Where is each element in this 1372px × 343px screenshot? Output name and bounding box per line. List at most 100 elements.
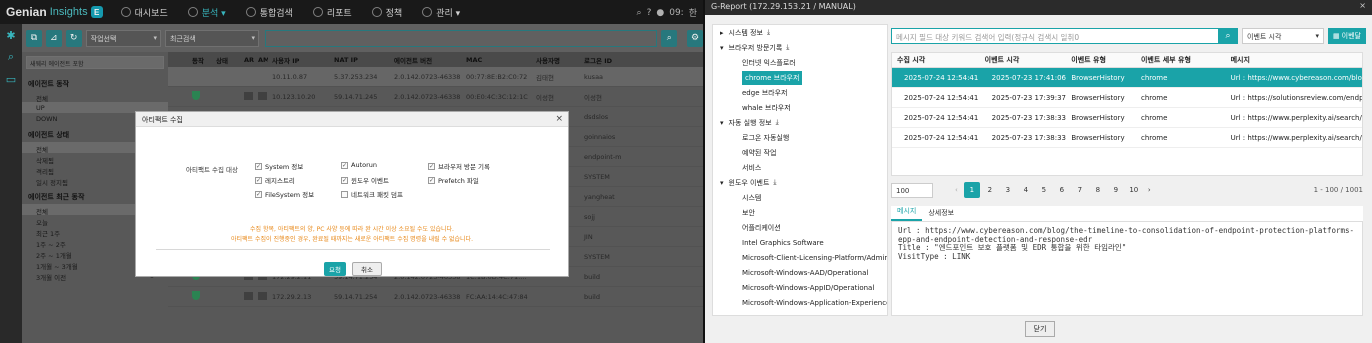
download-icon[interactable]: ⤓ (776, 118, 779, 127)
option-checkbox-7[interactable]: 네트워크 패킷 덤프 (341, 189, 403, 199)
table-cell: chrome (1141, 113, 1168, 122)
table-cell: Url : https://www.perplexity.ai/search/n… (1230, 113, 1362, 122)
download-icon[interactable]: ⤓ (786, 43, 789, 52)
option-checkbox-4[interactable]: ✓ 윈도우 이벤트 (341, 175, 389, 185)
tab-0[interactable]: 메시지 (891, 203, 923, 221)
option-checkbox-5[interactable]: ✓ Prefetch 파일 (428, 175, 479, 185)
download-icon[interactable]: ⤓ (767, 28, 770, 37)
checkbox[interactable]: ✓ (428, 176, 435, 184)
tree-node-label: 서비스 (742, 163, 762, 172)
table-cell: chrome (1141, 73, 1168, 82)
table-cell: 2025-07-24 12:54:41 (904, 113, 979, 122)
window-title: G-Report (172.29.153.21 / MANUAL) (711, 2, 856, 11)
page-size-select[interactable]: 100 (891, 182, 933, 198)
checkbox[interactable]: ✓ (255, 176, 262, 184)
tree-node[interactable]: ▸ 시스템 정보 ⤓ (713, 25, 887, 40)
checkbox[interactable]: ✓ (341, 161, 348, 169)
page-button[interactable]: 7 (1072, 182, 1088, 198)
tree-node-label: edge 브라우저 (742, 88, 788, 97)
table-cell: 2025-07-23 17:38:33 (991, 133, 1067, 142)
table-cell: 2025-07-23 17:41:06 (991, 73, 1067, 82)
pagination: 100 ‹ 1 2 3 4 5 6 7 8 9 10 › 1 - 100 / 1001 (891, 180, 1363, 200)
tree-node[interactable]: ▾ 자동 실행 정보 ⤓ (713, 115, 887, 130)
expand-icon[interactable]: ▸ (720, 29, 724, 37)
tree-node[interactable]: Microsoft-Client-Licensing-Platform/Admi… (713, 250, 887, 265)
table-cell: Url : https://solutionsreview.com/endpoi… (1230, 93, 1363, 102)
tree-node[interactable]: 보안 (713, 205, 887, 220)
checkbox[interactable] (341, 190, 348, 198)
expand-icon[interactable]: ▾ (720, 44, 724, 52)
option-checkbox-3[interactable]: ✓ 레지스트리 (255, 175, 295, 185)
tree-node[interactable]: whale 브라우저 (713, 100, 887, 115)
close-icon[interactable]: × (555, 114, 563, 124)
table-cell: BrowserHistory (1071, 93, 1125, 102)
request-button[interactable]: 요청 (324, 262, 346, 276)
tree-node[interactable]: 예약된 작업 (713, 145, 887, 160)
table-column-header[interactable]: 메시지 (1226, 55, 1362, 65)
page-button[interactable]: 2 (982, 182, 998, 198)
g-report-window: G-Report (172.29.153.21 / MANUAL) × ▸ 시스템… (705, 0, 1372, 343)
table-row[interactable]: 2025-07-24 12:54:41 2025-07-23 17:38:33 Br… (892, 108, 1362, 128)
next-page-icon[interactable]: › (1148, 186, 1151, 194)
option-checkbox-2[interactable]: ✓ 브라우저 방문 기록 (428, 161, 490, 171)
tree-node[interactable]: Microsoft-Windows-AppID/Operational (713, 280, 887, 295)
page-button[interactable]: 8 (1090, 182, 1106, 198)
cancel-button[interactable]: 취소 (352, 262, 382, 276)
page-button[interactable]: 4 (1018, 182, 1034, 198)
report-main: 메시지 필드 대상 키워드 검색어 입력(정규식 검색시 일취0 ⌕ 이벤트 시… (891, 24, 1369, 319)
table-cell: chrome (1141, 93, 1168, 102)
table-row[interactable]: 2025-07-24 12:54:41 2025-07-23 17:39:37 Br… (892, 88, 1362, 108)
page-button[interactable]: 5 (1036, 182, 1052, 198)
checkbox[interactable]: ✓ (255, 190, 262, 198)
expand-icon[interactable]: ▾ (720, 179, 724, 187)
download-icon[interactable]: ⤓ (773, 178, 776, 187)
close-icon[interactable]: × (1359, 1, 1366, 10)
export-button[interactable]: ▦ 이벤달 (1328, 28, 1366, 44)
table-column-header[interactable]: 수집 시각 (892, 55, 980, 65)
event-table: 수집 시각 이벤트 시각 이벤트 유형 이벤트 세부 유형 메시지 2025-07-24… (891, 52, 1363, 176)
prev-page-icon[interactable]: ‹ (955, 186, 958, 194)
sort-select[interactable]: 이벤트 시각 (1242, 28, 1324, 44)
tree-node[interactable]: Microsoft-Windows-AAD/Operational (713, 265, 887, 280)
tab-1[interactable]: 상세정보 (922, 205, 960, 221)
tree-node[interactable]: edge 브라우저 (713, 85, 887, 100)
tree-node[interactable]: 인터넷 익스플로러 (713, 55, 887, 70)
tree-node[interactable]: chrome 브라우저 (713, 70, 887, 85)
checkbox[interactable]: ✓ (255, 162, 262, 170)
tree-node[interactable]: Microsoft-Windows-Application-Experience (713, 295, 887, 310)
tree-node[interactable]: 어플리케이션 (713, 220, 887, 235)
option-checkbox-0[interactable]: ✓ System 정보 (255, 161, 303, 171)
calendar-icon: ▦ (1333, 32, 1340, 40)
tree-node[interactable]: 로그온 자동실행 (713, 130, 887, 145)
table-row[interactable]: 2025-07-24 12:54:41 2025-07-23 17:41:06 Br… (892, 68, 1362, 88)
tree-node-label: 인터넷 익스플로러 (742, 58, 796, 67)
table-cell: 2025-07-23 17:39:37 (991, 93, 1067, 102)
tree-node[interactable]: ▾ 브라우저 방문기록 ⤓ (713, 40, 887, 55)
page-button[interactable]: 3 (1000, 182, 1016, 198)
page-button[interactable]: 6 (1054, 182, 1070, 198)
event-table-body: 2025-07-24 12:54:41 2025-07-23 17:41:06 Br… (892, 68, 1362, 148)
checkbox[interactable]: ✓ (341, 176, 348, 184)
checkbox[interactable]: ✓ (428, 162, 435, 170)
option-checkbox-6[interactable]: ✓ FileSystem 정보 (255, 189, 314, 199)
table-row[interactable]: 2025-07-24 12:54:41 2025-07-23 17:38:33 Br… (892, 128, 1362, 148)
tree-node[interactable]: ▾ 윈도우 이벤트 ⤓ (713, 175, 887, 190)
expand-icon[interactable]: ▾ (720, 119, 724, 127)
message-search-input[interactable]: 메시지 필드 대상 키워드 검색어 입력(정규식 검색시 일취0 (891, 28, 1230, 44)
option-checkbox-1[interactable]: ✓ Autorun (341, 161, 377, 169)
table-column-header[interactable]: 이벤트 유형 (1066, 55, 1136, 65)
tree-node[interactable]: 서비스 (713, 160, 887, 175)
event-table-header: 수집 시각 이벤트 시각 이벤트 유형 이벤트 세부 유형 메시지 (892, 53, 1362, 68)
page-button[interactable]: 9 (1108, 182, 1124, 198)
table-column-header[interactable]: 이벤트 세부 유형 (1136, 55, 1226, 65)
close-button[interactable]: 닫기 (1025, 321, 1055, 337)
artifact-collect-dialog: 아티팩트 수집 × 아티팩트 수집 대상 ✓ System 정보 ✓ Autorun ✓… (135, 111, 569, 277)
search-icon[interactable]: ⌕ (1218, 28, 1238, 44)
page-button[interactable]: 10 (1126, 182, 1142, 198)
table-cell: chrome (1141, 133, 1168, 142)
table-column-header[interactable]: 이벤트 시각 (980, 55, 1067, 65)
page-button[interactable]: 1 (963, 182, 980, 198)
page-list: 1 2 3 4 5 6 7 8 9 10 (963, 182, 1144, 198)
tree-node[interactable]: Intel Graphics Software (713, 235, 887, 250)
tree-node[interactable]: 시스템 (713, 190, 887, 205)
